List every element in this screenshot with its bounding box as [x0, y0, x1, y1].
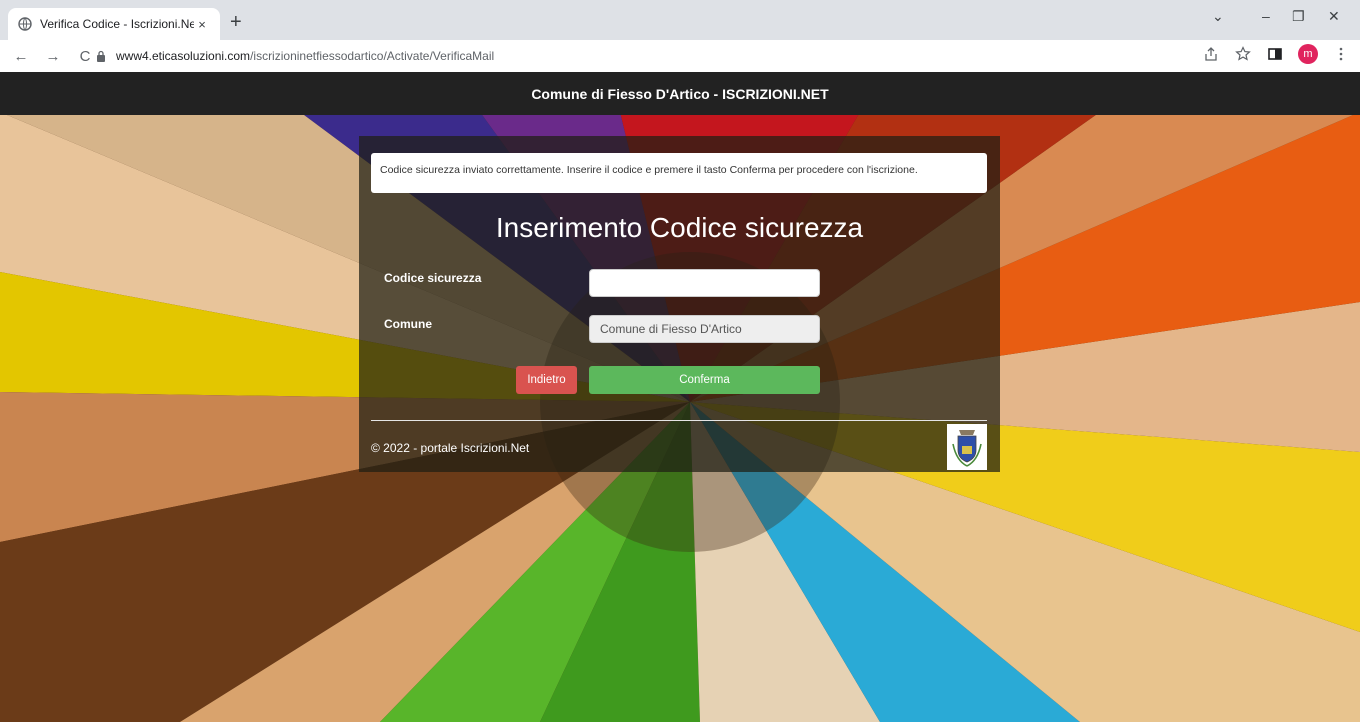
- new-tab-button[interactable]: +: [230, 12, 242, 32]
- footer-divider: [371, 420, 987, 421]
- browser-tab[interactable]: Verifica Codice - Iscrizioni.Net ×: [8, 8, 220, 40]
- info-alert: Codice sicurezza inviato correttamente. …: [371, 153, 987, 193]
- sidepanel-icon[interactable]: [1266, 46, 1284, 62]
- star-icon[interactable]: [1234, 46, 1252, 62]
- footer-copyright: © 2022 - portale Iscrizioni.Net: [371, 441, 530, 455]
- back-button[interactable]: Indietro: [516, 366, 577, 394]
- site-navbar: Comune di Fiesso D'Artico - ISCRIZIONI.N…: [0, 72, 1360, 115]
- profile-avatar[interactable]: m: [1298, 44, 1318, 64]
- verification-panel: Codice sicurezza inviato correttamente. …: [359, 136, 1000, 472]
- page-title: Inserimento Codice sicurezza: [495, 212, 864, 243]
- forward-arrow-icon[interactable]: →: [40, 48, 66, 65]
- restore-icon[interactable]: ❐: [1292, 8, 1305, 25]
- reload-icon[interactable]: C: [72, 48, 98, 65]
- url-path: /iscrizioninetfiessodartico/Activate/Ver…: [250, 49, 495, 63]
- security-code-input[interactable]: [589, 269, 820, 297]
- code-label: Codice sicurezza: [384, 271, 482, 285]
- url-host: www4.eticasoluzioni.com: [116, 49, 251, 63]
- browser-tab-strip: Verifica Codice - Iscrizioni.Net × + ⌄ –…: [0, 0, 1360, 40]
- share-icon[interactable]: [1202, 46, 1220, 62]
- web-page: Comune di Fiesso D'Artico - ISCRIZIONI.N…: [0, 72, 1360, 722]
- tab-title: Verifica Codice - Iscrizioni.Net: [40, 17, 194, 31]
- browser-toolbar: ← → C www4.eticasoluzioni.com/iscrizioni…: [0, 40, 1360, 72]
- comune-field: [589, 315, 820, 343]
- confirm-button[interactable]: Conferma: [589, 366, 820, 394]
- url-text: www4.eticasoluzioni.com/iscrizioninetfie…: [116, 49, 494, 63]
- globe-icon: [18, 17, 32, 31]
- comune-label: Comune: [384, 317, 432, 331]
- site-title[interactable]: Comune di Fiesso D'Artico - ISCRIZIONI.N…: [531, 86, 828, 102]
- municipal-crest-logo: [947, 424, 987, 470]
- lock-icon[interactable]: [96, 50, 106, 62]
- close-tab-icon[interactable]: ×: [194, 17, 210, 32]
- minimize-icon[interactable]: –: [1262, 8, 1270, 24]
- toolbar-actions: m: [1202, 44, 1350, 64]
- menu-icon[interactable]: [1332, 46, 1350, 62]
- back-arrow-icon[interactable]: ←: [8, 48, 34, 65]
- close-window-icon[interactable]: ✕: [1328, 8, 1340, 25]
- tab-search-icon[interactable]: ⌄: [1212, 8, 1224, 25]
- address-bar[interactable]: www4.eticasoluzioni.com/iscrizioninetfie…: [96, 44, 1192, 68]
